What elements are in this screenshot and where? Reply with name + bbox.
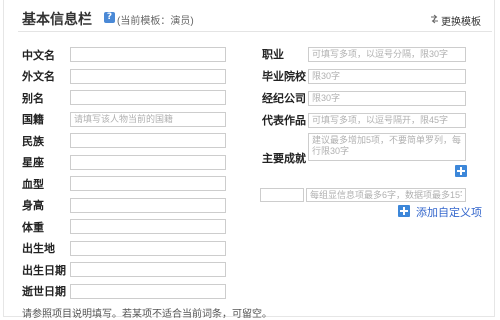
input-birth-date[interactable] (70, 262, 226, 278)
input-ethnicity[interactable] (70, 133, 226, 149)
input-nationality[interactable] (70, 111, 226, 127)
label-agency: 经纪公司 (262, 93, 306, 105)
label-main-achievements: 主要成就 (262, 153, 306, 165)
label-weight: 体重 (22, 221, 44, 234)
field-row-height: 身高 (22, 195, 232, 217)
field-row-ethnicity: 民族 (22, 130, 232, 152)
field-row-weight: 体重 (22, 216, 232, 238)
left-field-column: 中文名 外文名 别名 国籍 民族 星座 血型 身高 体重 出生地 出生日期 (22, 44, 232, 302)
swap-icon[interactable] (430, 14, 439, 24)
field-row-nationality: 国籍 (22, 109, 232, 131)
footer-note: 请参照项目说明填写。若某项不适合当前词条，可留空。 (22, 309, 272, 320)
label-birthplace: 出生地 (22, 243, 55, 256)
field-row-occupation: 职业 (262, 43, 472, 65)
textarea-main-achievements[interactable] (308, 133, 466, 161)
section-title: 基本信息栏 (22, 11, 92, 27)
field-row-agency: 经纪公司 (262, 87, 472, 109)
input-constellation[interactable] (70, 154, 226, 170)
field-row-blood-type: 血型 (22, 173, 232, 195)
field-row-birth-date: 出生日期 (22, 259, 232, 281)
input-death-date[interactable] (70, 283, 226, 299)
label-chinese-name: 中文名 (22, 49, 55, 62)
input-agency[interactable] (308, 90, 466, 106)
input-occupation[interactable] (308, 46, 466, 62)
field-row-representative-works: 代表作品 (262, 109, 472, 131)
field-row-foreign-name: 外文名 (22, 66, 232, 88)
label-alias: 别名 (22, 92, 44, 105)
custom-item-name-input[interactable] (260, 188, 304, 202)
field-row-constellation: 星座 (22, 152, 232, 174)
input-alma-mater[interactable] (308, 68, 466, 84)
help-icon[interactable] (104, 12, 115, 23)
field-row-chinese-name: 中文名 (22, 44, 232, 66)
label-blood-type: 血型 (22, 178, 44, 191)
label-ethnicity: 民族 (22, 135, 44, 148)
field-row-alma-mater: 毕业院校 (262, 65, 472, 87)
add-custom-item-link[interactable]: 添加自定义项 (416, 204, 482, 220)
input-chinese-name[interactable] (70, 47, 226, 63)
input-blood-type[interactable] (70, 176, 226, 192)
label-birth-date: 出生日期 (22, 264, 66, 277)
add-achievement-plus-icon[interactable] (455, 165, 467, 177)
input-alias[interactable] (70, 90, 226, 106)
custom-item-value-input[interactable] (306, 188, 466, 202)
field-row-birthplace: 出生地 (22, 238, 232, 260)
input-birthplace[interactable] (70, 240, 226, 256)
label-nationality: 国籍 (22, 114, 44, 127)
field-row-alias: 别名 (22, 87, 232, 109)
label-constellation: 星座 (22, 157, 44, 170)
header-divider (18, 31, 492, 32)
input-foreign-name[interactable] (70, 68, 226, 84)
template-note: (当前模板：演员) (117, 16, 194, 27)
add-custom-plus-icon[interactable] (398, 205, 410, 217)
label-foreign-name: 外文名 (22, 71, 55, 84)
label-representative-works: 代表作品 (262, 115, 306, 127)
field-row-death-date: 逝世日期 (22, 281, 232, 303)
label-occupation: 职业 (262, 49, 284, 61)
input-representative-works[interactable] (308, 112, 466, 128)
label-death-date: 逝世日期 (22, 286, 66, 299)
right-field-column: 职业 毕业院校 经纪公司 代表作品 (262, 43, 472, 131)
label-alma-mater: 毕业院校 (262, 71, 306, 83)
input-weight[interactable] (70, 219, 226, 235)
input-height[interactable] (70, 197, 226, 213)
change-template-link[interactable]: 更换模板 (441, 13, 481, 28)
label-height: 身高 (22, 200, 44, 213)
